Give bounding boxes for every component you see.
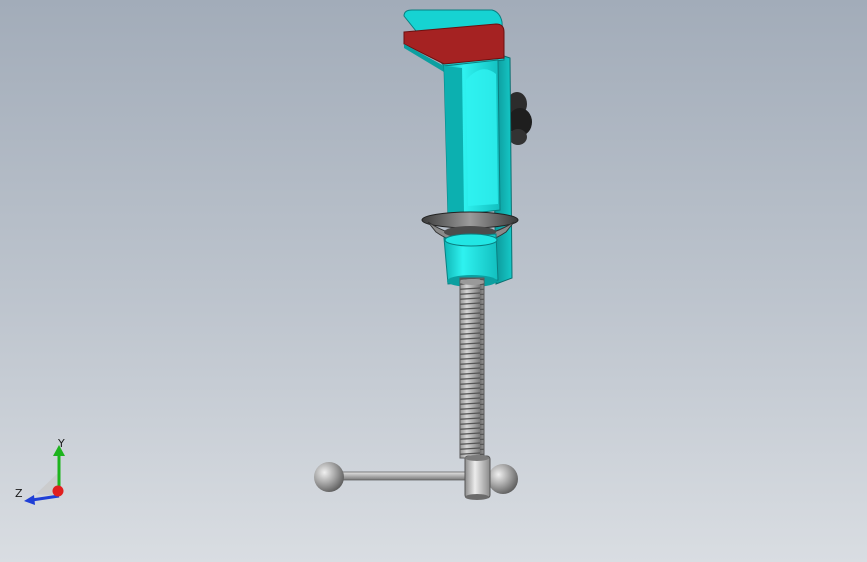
threaded-screw[interactable]	[459, 277, 485, 459]
graphics-viewport[interactable]: Y Z	[0, 0, 867, 562]
z-axis-line	[31, 494, 60, 502]
axis-label-y: Y	[58, 437, 65, 450]
clamp-3d-model[interactable]	[0, 0, 867, 562]
triad-axes	[24, 445, 65, 505]
screw-end-sleeve[interactable]	[464, 455, 491, 500]
clamp-body[interactable]	[443, 59, 501, 217]
x-axis-point	[52, 485, 64, 497]
z-axis-arrow	[24, 495, 35, 505]
handle-ball-left[interactable]	[314, 462, 344, 492]
axis-label-z: Z	[15, 487, 23, 500]
handle-ball-right[interactable]	[488, 464, 518, 494]
reference-triad: Y Z	[12, 437, 82, 512]
